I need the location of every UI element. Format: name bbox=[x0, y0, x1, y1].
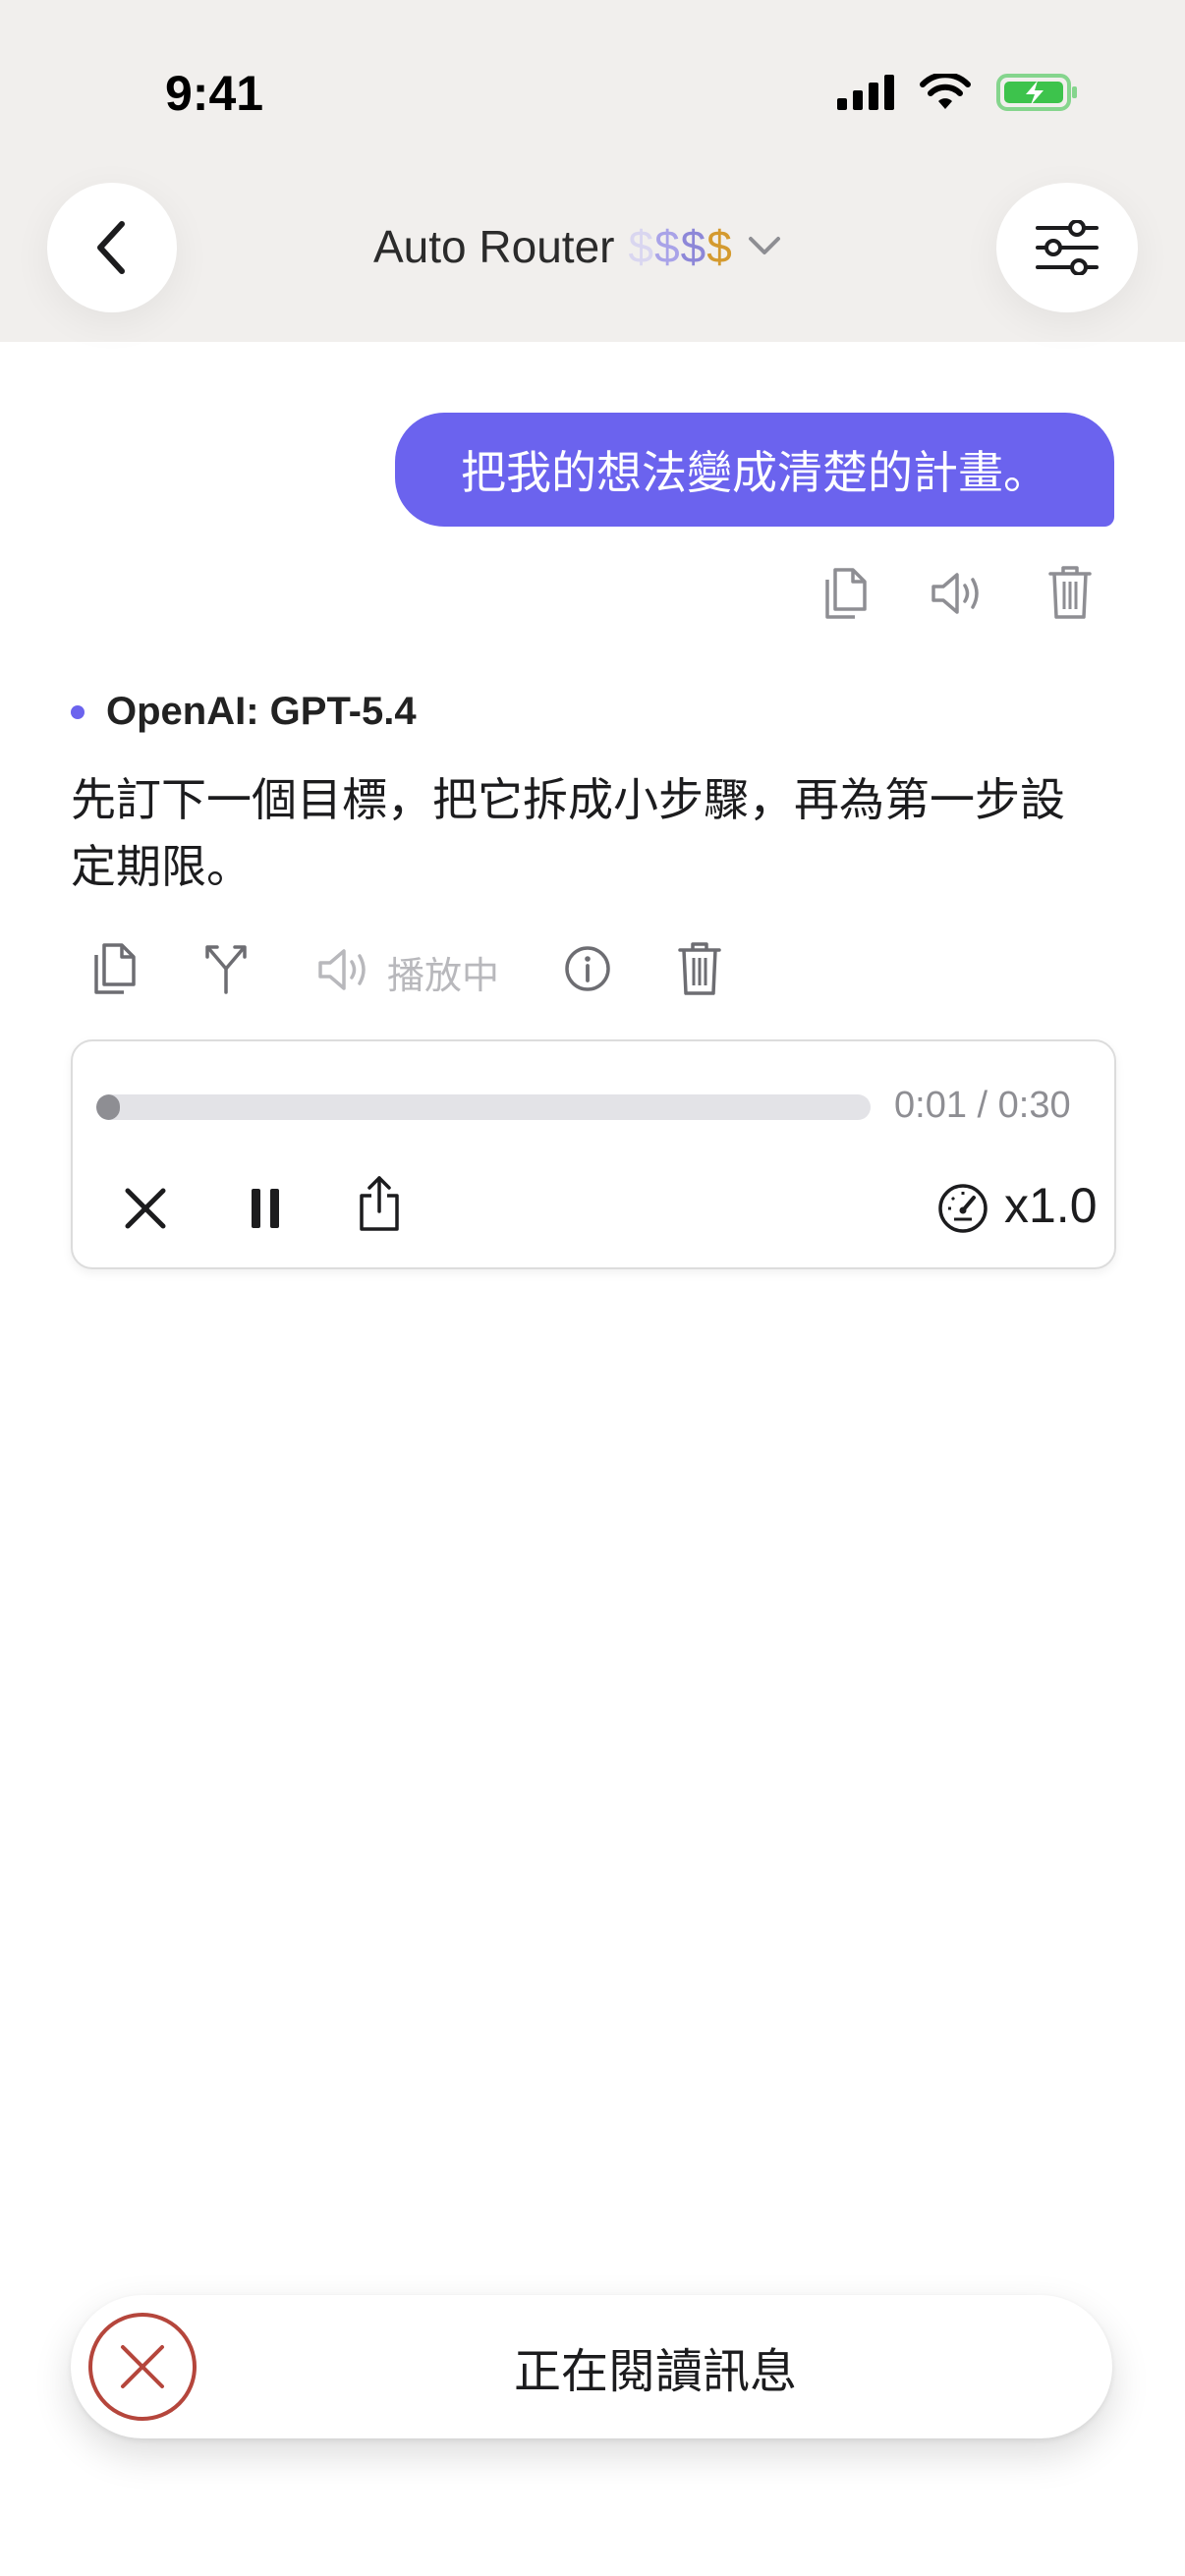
cellular-signal-icon bbox=[837, 75, 894, 110]
top-bar: 9:41 Auto Router $$$$ bbox=[0, 0, 1185, 342]
playing-status-label: 播放中 bbox=[387, 954, 500, 997]
sliders-icon bbox=[1036, 220, 1099, 275]
settings-button[interactable] bbox=[996, 183, 1138, 312]
trash-icon[interactable] bbox=[1040, 562, 1100, 623]
reading-status-bar: 正在閱讀訊息 bbox=[71, 2295, 1112, 2438]
reading-status-label: 正在閱讀訊息 bbox=[513, 2344, 797, 2399]
model-indicator-dot bbox=[71, 704, 85, 719]
chevron-down-icon bbox=[748, 237, 780, 254]
assistant-reply: 先訂下一個目標，把它拆成小步驟，再為第一步設定期限。 bbox=[71, 773, 1065, 893]
status-time: 9:41 bbox=[165, 66, 264, 121]
playback-speed-button[interactable]: x1.0 bbox=[1004, 1177, 1098, 1234]
stop-reading-button[interactable] bbox=[86, 2311, 198, 2423]
copy-icon[interactable] bbox=[86, 937, 141, 1000]
status-icons bbox=[837, 73, 1079, 112]
user-message-bubble[interactable]: 把我的想法變成清楚的計畫。 bbox=[395, 413, 1114, 527]
share-icon[interactable] bbox=[350, 1169, 409, 1238]
price-tier-1: $ bbox=[628, 221, 655, 272]
close-icon[interactable] bbox=[116, 1179, 175, 1238]
audio-progress-bar[interactable] bbox=[96, 1094, 871, 1120]
price-tier-4: $ bbox=[706, 221, 733, 272]
audio-time-display: 0:01 / 0:30 bbox=[894, 1085, 1071, 1126]
copy-icon[interactable] bbox=[816, 562, 875, 625]
speaker-icon[interactable] bbox=[316, 945, 371, 994]
pause-icon[interactable] bbox=[236, 1179, 295, 1238]
price-tier-3: $ bbox=[680, 221, 707, 272]
model-label-text: OpenAI: GPT-5.4 bbox=[106, 690, 417, 733]
model-name: Auto Router bbox=[373, 221, 615, 272]
info-icon[interactable] bbox=[562, 943, 613, 994]
price-tier-2: $ bbox=[654, 221, 681, 272]
chevron-left-icon bbox=[97, 221, 125, 274]
speaker-icon[interactable] bbox=[928, 564, 987, 623]
branch-icon[interactable] bbox=[200, 941, 252, 996]
speedometer-icon[interactable] bbox=[933, 1179, 992, 1238]
back-button[interactable] bbox=[47, 183, 177, 312]
audio-progress-fill bbox=[96, 1094, 120, 1120]
wifi-icon bbox=[920, 74, 971, 109]
battery-charging-icon bbox=[996, 74, 1077, 111]
assistant-model-label: OpenAI: GPT-5.4 bbox=[71, 690, 417, 734]
model-selector[interactable]: Auto Router $$$$ bbox=[373, 212, 782, 281]
trash-icon[interactable] bbox=[676, 939, 723, 998]
stop-circle-icon bbox=[88, 2313, 197, 2421]
audio-player: 0:01 / 0:30 x1.0 bbox=[71, 1039, 1116, 1269]
price-tier: $$$$ bbox=[628, 220, 732, 273]
